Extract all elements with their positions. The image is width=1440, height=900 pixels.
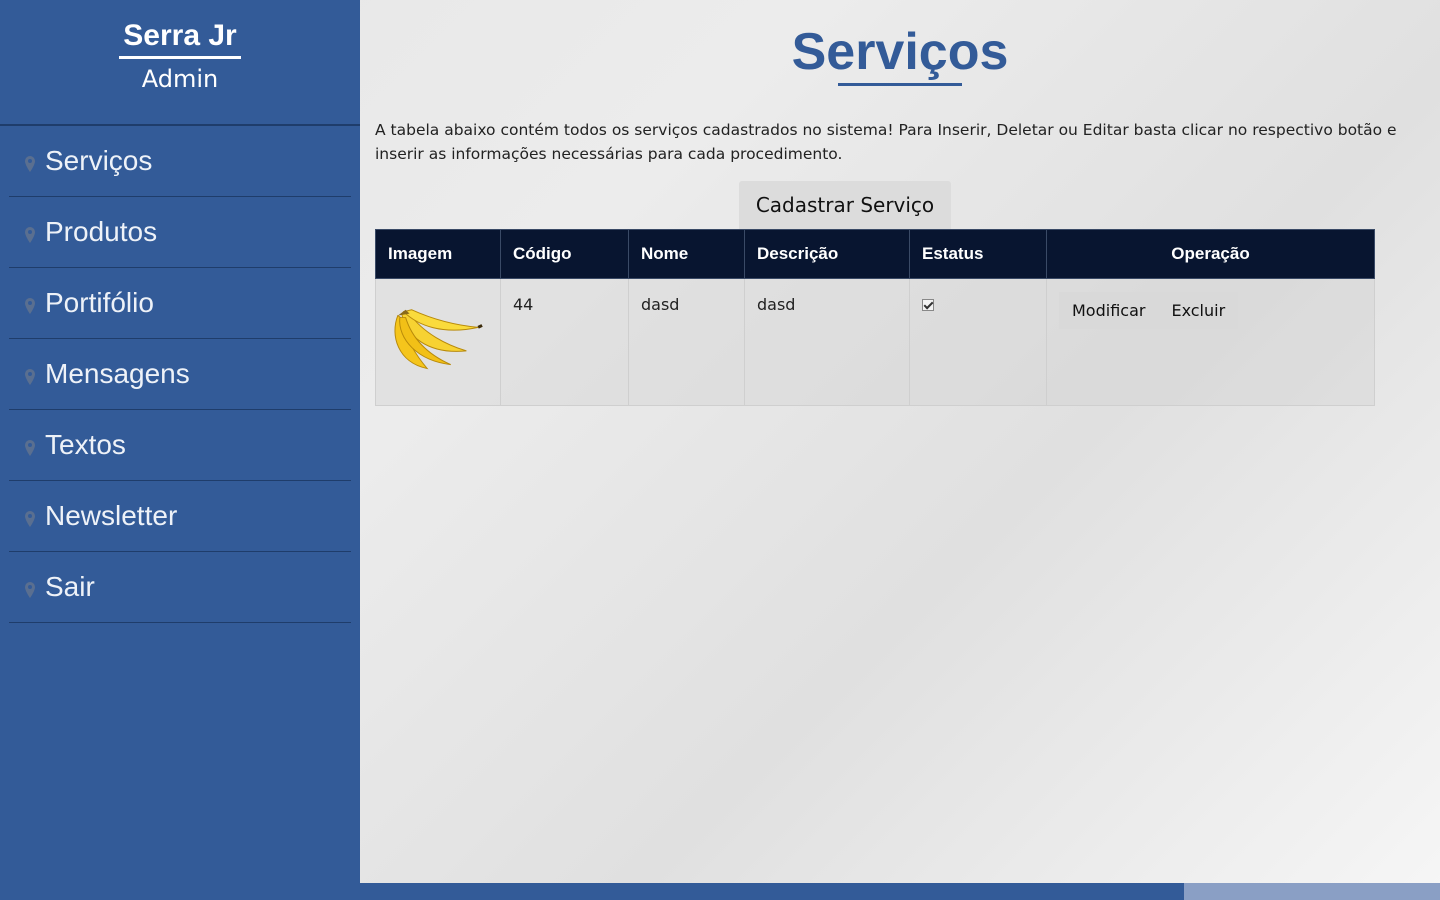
cell-codigo: 44 (500, 278, 629, 406)
sidebar-item-label: Produtos (45, 216, 158, 247)
map-pin-icon (25, 227, 35, 243)
page-title: Serviços (791, 22, 1009, 86)
sidebar-item-produtos[interactable]: Produtos (9, 197, 351, 268)
table-header: Imagem Código Nome Descrição Estatus Ope… (375, 229, 1375, 279)
table-header-row: Imagem Código Nome Descrição Estatus Ope… (375, 229, 1375, 279)
add-button-wrap: Cadastrar Serviço (360, 181, 1440, 229)
map-pin-icon (25, 156, 35, 172)
main-content: Serviços A tabela abaixo contém todos os… (360, 0, 1440, 900)
page-title-wrap: Serviços (360, 0, 1440, 86)
sidebar-item-textos[interactable]: Textos (9, 410, 351, 481)
brand-block: Serra Jr Admin (0, 0, 360, 126)
column-header-descricao: Descrição (744, 229, 910, 279)
banana-image (394, 309, 483, 370)
map-pin-icon (25, 582, 35, 598)
sidebar-nav: Serviços Produtos Portifólio Mensagens T… (0, 126, 360, 623)
sidebar-item-newsletter[interactable]: Newsletter (9, 481, 351, 552)
cell-operacao: Modificar Excluir (1046, 278, 1375, 406)
cell-imagem (375, 278, 501, 406)
sidebar-item-mensagens[interactable]: Mensagens (9, 339, 351, 410)
column-header-nome: Nome (628, 229, 745, 279)
sidebar-item-label: Textos (45, 429, 126, 460)
column-header-operacao: Operação (1046, 229, 1375, 279)
scrollbar-thumb[interactable] (360, 883, 1184, 900)
table-row: 44 dasd dasd Modificar Excluir (375, 278, 1375, 406)
sidebar-item-label: Portifólio (45, 287, 154, 318)
modify-button[interactable]: Modificar (1059, 292, 1159, 329)
column-header-codigo: Código (500, 229, 629, 279)
page-title-text: Serviços (791, 23, 1009, 81)
map-pin-icon (25, 440, 35, 456)
brand-subtitle: Admin (141, 65, 219, 93)
column-header-imagem: Imagem (375, 229, 501, 279)
services-table: Imagem Código Nome Descrição Estatus Ope… (375, 229, 1375, 406)
sidebar-item-label: Newsletter (45, 500, 178, 531)
table-body: 44 dasd dasd Modificar Excluir (375, 278, 1375, 406)
map-pin-icon (25, 511, 35, 527)
sidebar-item-sair[interactable]: Sair (9, 552, 351, 623)
intro-text: A tabela abaixo contém todos os serviços… (375, 121, 1397, 163)
sidebar-item-portifolio[interactable]: Portifólio (9, 268, 351, 339)
sidebar: Serra Jr Admin Serviços Produtos Portifó… (0, 0, 360, 900)
delete-button[interactable]: Excluir (1158, 292, 1239, 329)
cell-nome: dasd (628, 278, 745, 406)
status-checkbox[interactable] (922, 299, 934, 311)
cell-descricao: dasd (744, 278, 910, 406)
operation-buttons: Modificar Excluir (1059, 292, 1362, 329)
sidebar-item-label: Serviços (45, 145, 153, 176)
column-header-estatus: Estatus (909, 229, 1047, 279)
cell-estatus (909, 278, 1047, 406)
brand-title: Serra Jr (119, 18, 241, 59)
map-pin-icon (25, 369, 35, 385)
horizontal-scrollbar[interactable] (360, 883, 1440, 900)
map-pin-icon (25, 298, 35, 314)
add-service-button[interactable]: Cadastrar Serviço (738, 181, 952, 229)
sidebar-item-label: Mensagens (45, 358, 190, 389)
sidebar-item-label: Sair (45, 571, 95, 602)
title-underline (837, 83, 963, 86)
sidebar-item-servicos[interactable]: Serviços (9, 126, 351, 197)
